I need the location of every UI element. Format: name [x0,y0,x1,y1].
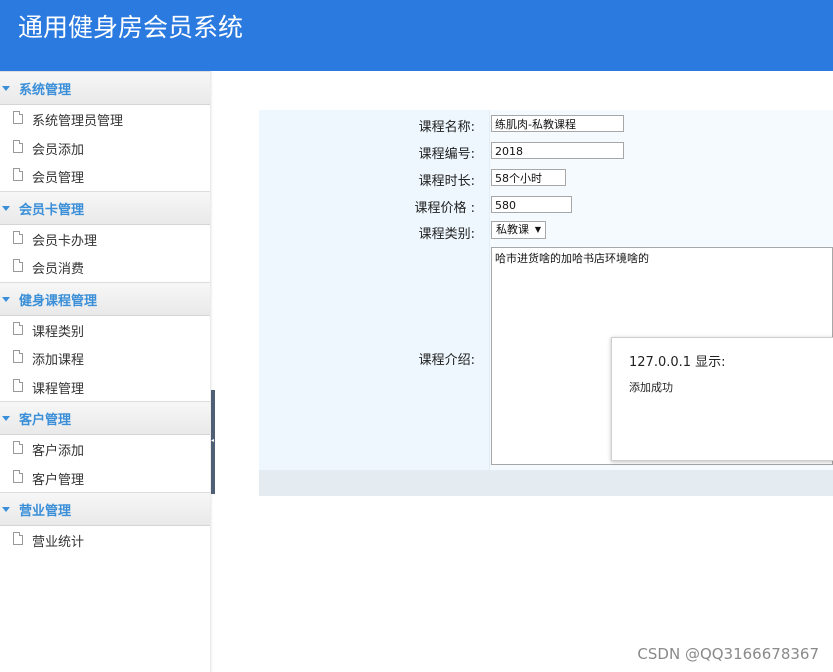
course-category-value: 私教课 [496,223,529,236]
sidebar-item-label: 营业统计 [32,535,85,550]
document-icon [13,259,23,272]
sidebar-item-customer-add[interactable]: 客户添加 [0,435,210,464]
sidebar-item-member-add[interactable]: 会员添加 [0,134,210,163]
app-title: 通用健身房会员系统 [18,13,244,42]
course-category-label: 课程类别: [418,227,475,242]
sidebar-group-system[interactable]: 系统管理 [0,71,210,105]
course-duration-label: 课程时长: [418,174,475,189]
sidebar-item-label: 会员添加 [32,142,85,158]
sidebar-item-admin[interactable]: 系统管理员管理 [0,105,210,134]
dialog-message: 添加成功 [629,381,673,394]
document-icon [13,378,23,392]
document-icon [13,469,23,483]
expand-triangle-icon [2,296,10,302]
course-price-input[interactable]: 580 [491,196,572,213]
expand-triangle-icon [2,205,10,211]
sidebar-item-label: 课程管理 [32,381,85,397]
sidebar-item-course-category[interactable]: 课程类别 [0,316,210,345]
sidebar-item-label: 客户添加 [32,444,85,459]
dropdown-arrow-icon: ▼ [534,225,541,234]
sidebar-item-label: 会员消费 [32,262,85,277]
document-icon [13,168,23,181]
alert-dialog: 127.0.0.1 显示: 添加成功 [611,337,833,461]
course-intro-label: 课程介绍: [418,353,475,368]
sidebar-group-label: 营业管理 [19,504,72,519]
sidebar-group-business[interactable]: 营业管理 [0,492,210,526]
sidebar-group-course[interactable]: 健身课程管理 [0,281,210,316]
course-price-label: 课程价格 : [414,201,475,216]
sidebar-item-label: 会员管理 [32,171,85,186]
sidebar-item-label: 会员卡办理 [32,233,98,249]
watermark: CSDN @QQ3166678367 [637,645,819,663]
course-category-select[interactable]: 私教课 ▼ [491,221,546,239]
document-icon [13,532,23,545]
sidebar: 系统管理 系统管理员管理 会员添加 会员管理 会员卡管理 会员卡办理 会员消费 … [0,71,211,672]
course-code-input[interactable]: 2018 [491,142,624,159]
course-code-label: 课程编号: [418,147,475,162]
document-icon [13,321,23,335]
sidebar-item-consume[interactable]: 会员消费 [0,253,210,282]
course-name-input[interactable]: 练肌肉-私教课程 [491,115,624,132]
sidebar-group-label: 健身课程管理 [19,293,98,309]
document-icon [13,111,23,124]
sidebar-item-business-stats[interactable]: 营业统计 [0,526,210,555]
sidebar-group-card[interactable]: 会员卡管理 [0,190,210,225]
sidebar-group-label: 系统管理 [19,83,72,98]
form-footer-bar [259,470,833,496]
document-icon [13,230,23,244]
sidebar-edge [210,71,213,672]
course-duration-input[interactable]: 58个小时 [491,169,566,186]
splitter-grip-icon: ◂ [211,437,215,444]
sidebar-item-label: 系统管理员管理 [32,114,124,129]
document-icon [13,139,23,153]
sidebar-group-label: 会员卡管理 [19,202,85,218]
sidebar-item-label: 客户管理 [32,472,85,488]
expand-triangle-icon [2,86,10,91]
sidebar-item-member-manage[interactable]: 会员管理 [0,162,210,191]
course-name-label: 课程名称: [418,120,475,135]
sidebar-item-label: 课程类别 [32,324,85,340]
app-header: 通用健身房会员系统 [0,0,833,71]
expand-triangle-icon [2,507,10,512]
sidebar-item-course-manage[interactable]: 课程管理 [0,373,210,402]
document-icon [13,350,23,363]
sidebar-item-label: 添加课程 [32,353,85,368]
sidebar-item-course-add[interactable]: 添加课程 [0,344,210,373]
expand-triangle-icon [2,416,10,421]
dialog-title: 127.0.0.1 显示: [629,355,726,370]
sidebar-group-customer[interactable]: 客户管理 [0,401,210,435]
sidebar-item-customer-manage[interactable]: 客户管理 [0,464,210,493]
sidebar-group-label: 客户管理 [19,413,72,428]
sidebar-item-card-apply[interactable]: 会员卡办理 [0,225,210,254]
document-icon [13,441,23,454]
